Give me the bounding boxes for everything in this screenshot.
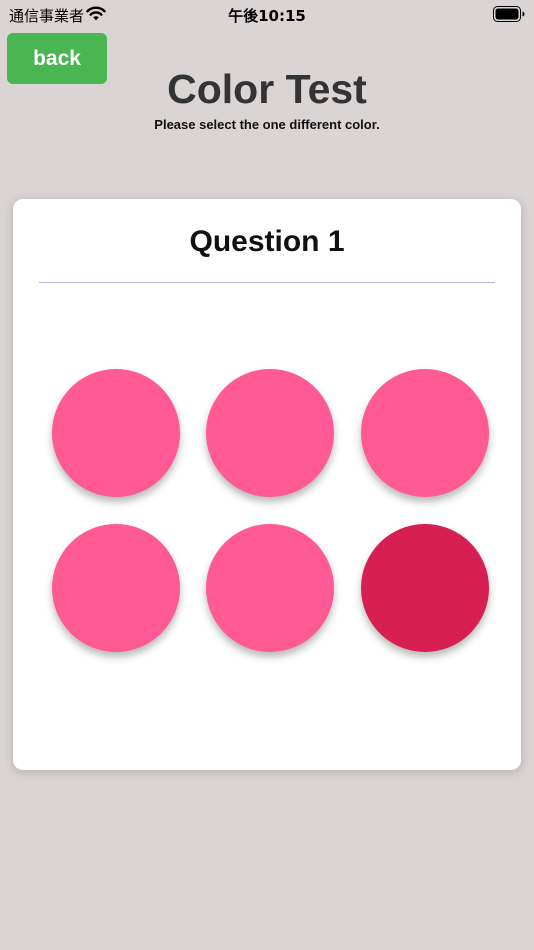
color-choice-1[interactable] bbox=[52, 369, 180, 497]
question-title: Question 1 bbox=[189, 225, 345, 258]
page-title: Color Test bbox=[167, 66, 367, 112]
color-choice-6[interactable] bbox=[361, 524, 489, 652]
battery-icon bbox=[493, 6, 525, 22]
status-bar: 通信事業者 午後10:15 bbox=[0, 0, 534, 30]
question-card: Question 1 bbox=[13, 199, 521, 770]
color-choice-5[interactable] bbox=[206, 524, 334, 652]
status-time: 午後10:15 bbox=[228, 7, 306, 25]
divider bbox=[39, 282, 495, 283]
color-choice-3[interactable] bbox=[361, 369, 489, 497]
color-choice-4[interactable] bbox=[52, 524, 180, 652]
color-choice-2[interactable] bbox=[206, 369, 334, 497]
page-subtitle: Please select the one different color. bbox=[154, 117, 380, 132]
